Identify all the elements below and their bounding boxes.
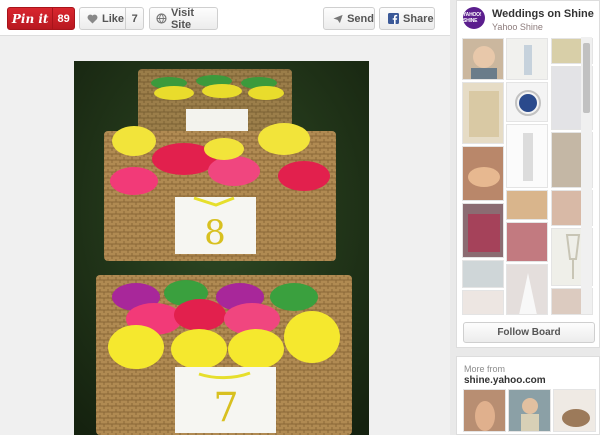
globe-icon (156, 13, 167, 24)
board-card: YAHOO! SHINE Weddings on Shine Yahoo Shi… (456, 0, 600, 348)
share-label: Share (403, 12, 434, 25)
middle-basket: 8 (104, 123, 336, 261)
board-thumbnail[interactable] (506, 38, 548, 80)
back-basket (138, 69, 292, 135)
board-scrollbar[interactable] (581, 37, 592, 314)
visit-site-label: Visit Site (170, 6, 194, 31)
board-thumbnail[interactable] (462, 203, 504, 258)
board-thumbnail[interactable] (506, 264, 548, 315)
like-label: Like (102, 12, 125, 25)
board-thumbnail[interactable] (462, 38, 504, 80)
pin-count: 89 (52, 8, 74, 29)
share-button[interactable]: Share (379, 7, 435, 30)
table-card-8: 8 (204, 213, 226, 253)
board-thumbnail[interactable] (506, 82, 548, 122)
more-from-source[interactable]: shine.yahoo.com (464, 375, 546, 386)
table-card-7: 7 (213, 385, 238, 431)
follow-board-button[interactable]: Follow Board (463, 322, 595, 343)
board-thumbnail[interactable] (462, 260, 504, 288)
paper-plane-icon (333, 14, 343, 23)
more-from-card: More from shine.yahoo.com (456, 356, 600, 435)
board-thumbnail[interactable] (506, 222, 548, 262)
facebook-icon (388, 13, 399, 24)
more-thumbnail[interactable] (463, 389, 506, 432)
board-thumbnail[interactable] (462, 146, 504, 201)
avatar[interactable]: YAHOO! SHINE (463, 7, 485, 29)
pin-toolbar: Pin it 89 Like 7 Visit Site Send Share (0, 0, 450, 36)
board-thumbnail-grid (462, 38, 593, 315)
like-count: 7 (125, 8, 143, 29)
board-thumbnail[interactable] (462, 290, 504, 315)
pin-main-column: Pin it 89 Like 7 Visit Site Send Share 8… (0, 0, 450, 435)
more-thumbnail[interactable] (508, 389, 551, 432)
pin-it-label: Pin it (11, 11, 49, 26)
board-title[interactable]: Weddings on Shine (492, 8, 594, 20)
board-scrollbar-thumb[interactable] (583, 43, 590, 113)
more-from-thumbnails (463, 389, 597, 432)
heart-icon (87, 14, 98, 23)
front-basket: 7 (96, 275, 352, 435)
more-from-label: More from (464, 364, 506, 374)
more-thumbnail[interactable] (553, 389, 596, 432)
pin-image[interactable]: 8 7 (74, 61, 369, 435)
send-button[interactable]: Send (323, 7, 375, 30)
board-thumbnail[interactable] (506, 124, 548, 188)
like-button[interactable]: Like 7 (79, 7, 144, 30)
board-thumbnail[interactable] (462, 82, 504, 144)
pin-it-button[interactable]: Pin it 89 (7, 7, 75, 30)
visit-site-button[interactable]: Visit Site (149, 6, 218, 31)
board-owner[interactable]: Yahoo Shine (492, 22, 543, 32)
sidebar: YAHOO! SHINE Weddings on Shine Yahoo Shi… (456, 0, 600, 435)
send-label: Send (347, 12, 374, 25)
board-thumbnail[interactable] (506, 190, 548, 220)
